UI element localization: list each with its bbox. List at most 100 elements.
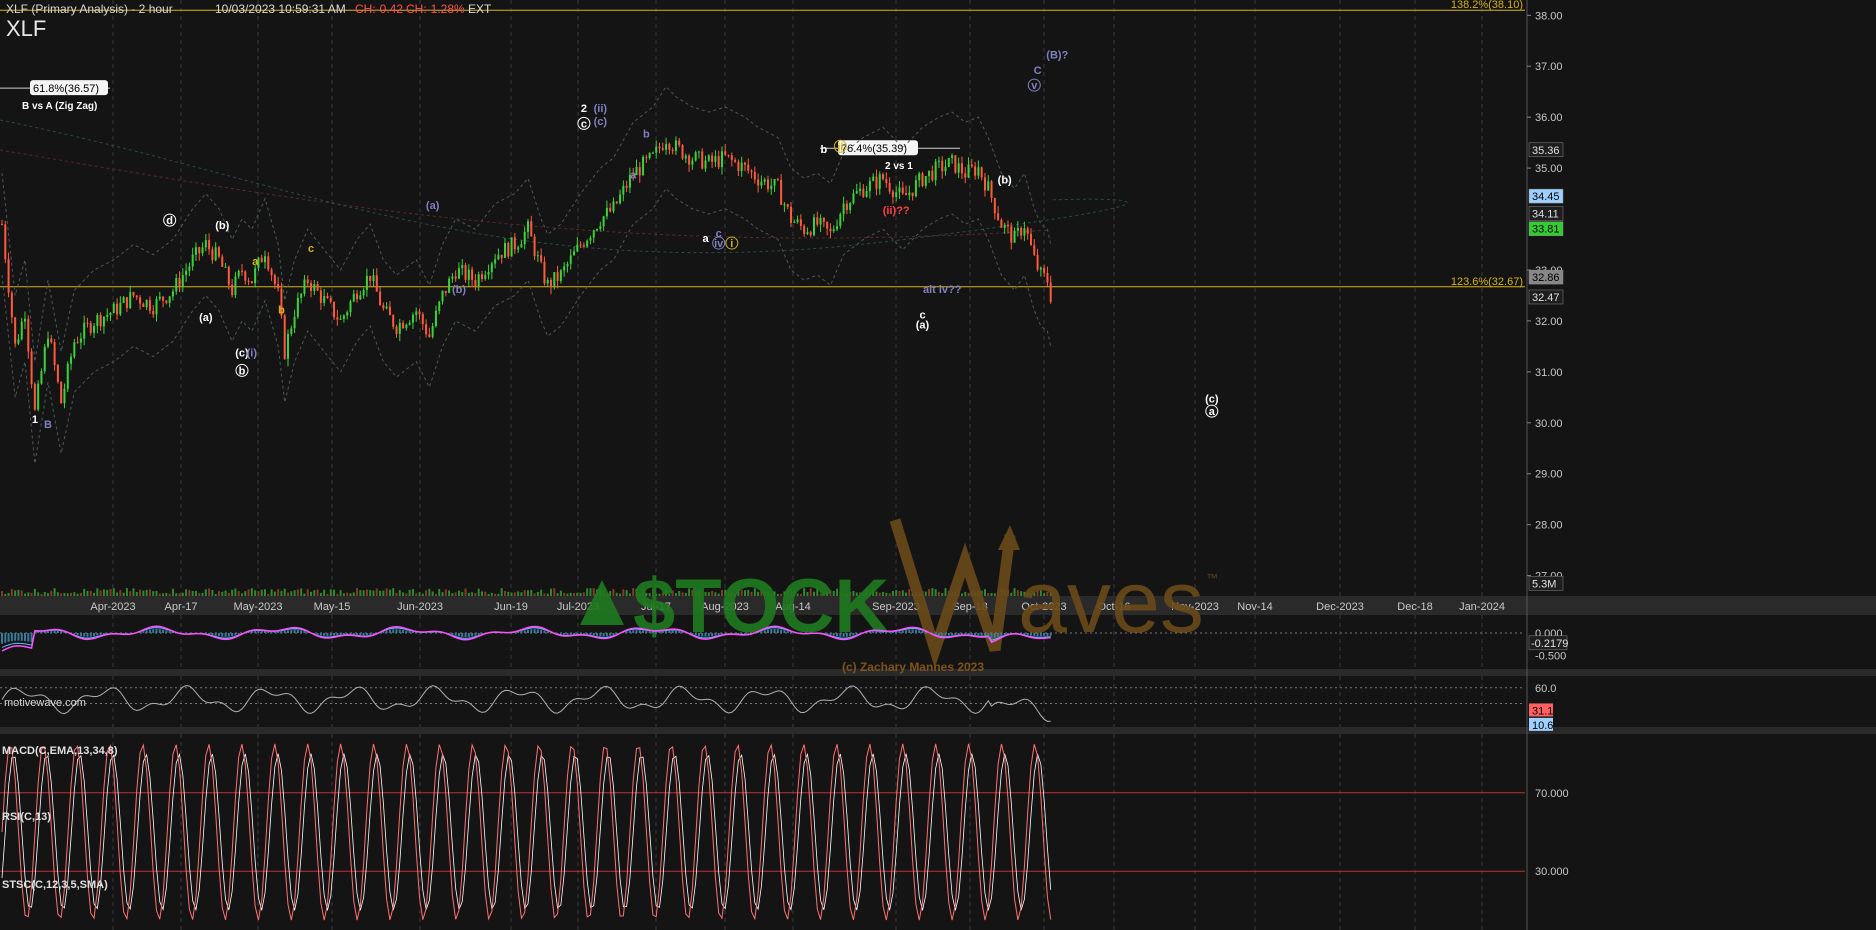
x-tick-label: Jun-2023 <box>397 601 443 613</box>
candle <box>471 269 474 281</box>
candle <box>819 217 822 225</box>
volume-bar <box>106 589 109 596</box>
candle <box>661 148 664 150</box>
macd-histogram-bar <box>37 631 40 633</box>
x-tick-label: Jan-2024 <box>1459 601 1505 613</box>
macd-histogram-bar <box>852 633 855 636</box>
y-tick-label: 37.00 <box>1535 61 1563 73</box>
volume-bar <box>924 591 927 596</box>
volume-bar <box>431 591 434 596</box>
candle <box>454 276 457 279</box>
macd-histogram-bar <box>694 633 697 636</box>
macd-histogram-bar <box>855 633 858 635</box>
y-tick-label: 32.00 <box>1535 316 1563 328</box>
candle <box>813 217 816 236</box>
volume-bar <box>898 590 901 596</box>
candle <box>852 193 855 204</box>
candle <box>770 185 773 190</box>
candle <box>474 280 477 287</box>
volume-bar <box>484 591 487 596</box>
candle <box>688 155 691 165</box>
macd-histogram-bar <box>770 629 773 633</box>
fib-label: 76.4%(35.39) <box>841 143 907 155</box>
volume-bar <box>908 589 911 596</box>
wave-label: ii <box>837 141 843 153</box>
macd-histogram-bar <box>392 629 395 633</box>
volume-bar <box>520 592 523 596</box>
candle <box>208 240 211 250</box>
candle <box>727 154 730 156</box>
volume-bar <box>983 589 986 596</box>
candle <box>566 263 569 267</box>
macd-histogram-bar <box>977 633 980 636</box>
candle <box>546 279 549 284</box>
volume-bar <box>43 591 46 596</box>
candle <box>4 224 7 260</box>
fib-label: 138.2%(38.10) <box>1451 0 1523 11</box>
candle <box>408 322 411 325</box>
macd-histogram-bar <box>1000 633 1003 636</box>
price-axis-label: 32.86 <box>1532 272 1560 284</box>
volume-bar <box>448 590 451 596</box>
candle <box>592 230 595 238</box>
volume-bar <box>125 588 128 596</box>
macd-histogram-bar <box>655 631 658 633</box>
candle <box>908 192 911 196</box>
price-axis-label: 35.36 <box>1532 145 1560 157</box>
macd-histogram-bar <box>257 631 260 633</box>
volume-bar <box>277 589 280 596</box>
wave-label: alt iv?? <box>923 284 962 296</box>
volume-bar <box>293 590 296 596</box>
macd-histogram-bar <box>10 633 13 642</box>
candle <box>898 187 901 193</box>
wave-label: (c) <box>1205 393 1219 405</box>
volume-bar <box>93 592 96 596</box>
volume-bar <box>145 589 148 596</box>
candle <box>50 338 53 343</box>
volume-bar <box>247 589 250 596</box>
volume-bar <box>346 592 349 596</box>
candle <box>872 176 875 181</box>
volume-bar <box>474 593 477 596</box>
volume-bar <box>204 589 207 596</box>
volume-bar <box>201 592 204 596</box>
candle <box>888 183 891 192</box>
macd-histogram-bar <box>569 633 572 635</box>
volume-bar <box>533 593 536 596</box>
macd-histogram-bar <box>967 633 970 635</box>
volume-bar <box>158 593 161 596</box>
volume-bar <box>592 588 595 596</box>
macd-histogram-bar <box>349 633 352 635</box>
volume-bar <box>457 590 460 596</box>
candle <box>964 173 967 178</box>
candle <box>1023 228 1026 236</box>
macd-histogram-bar <box>872 631 875 633</box>
candle <box>1033 245 1036 255</box>
x-tick-label: May-15 <box>314 601 351 613</box>
macd-histogram-bar <box>27 633 30 642</box>
macd-histogram-bar <box>329 633 332 636</box>
macd-histogram-bar <box>668 630 671 633</box>
volume-bar <box>221 591 224 596</box>
candle <box>388 306 391 316</box>
fib-annotation: 2 vs 1 <box>885 161 913 172</box>
volume-bar <box>576 592 579 596</box>
candle <box>885 179 888 184</box>
volume-bar <box>622 589 625 596</box>
volume-bar <box>563 592 566 596</box>
candle <box>1 224 3 226</box>
volume-bar <box>928 589 931 596</box>
candle <box>342 315 345 319</box>
volume-bar <box>119 590 122 596</box>
macd-histogram-bar <box>964 633 967 635</box>
candle <box>530 221 533 237</box>
volume-bar <box>487 593 490 596</box>
macd-histogram-bar <box>612 633 615 636</box>
macd-histogram-bar <box>14 633 17 641</box>
volume-bar <box>323 589 326 596</box>
macd-histogram-bar <box>217 633 220 637</box>
volume-bar <box>379 590 382 596</box>
candle <box>937 160 940 162</box>
fib-label: 61.8%(36.57) <box>33 83 99 95</box>
wave-label: a <box>252 256 259 268</box>
